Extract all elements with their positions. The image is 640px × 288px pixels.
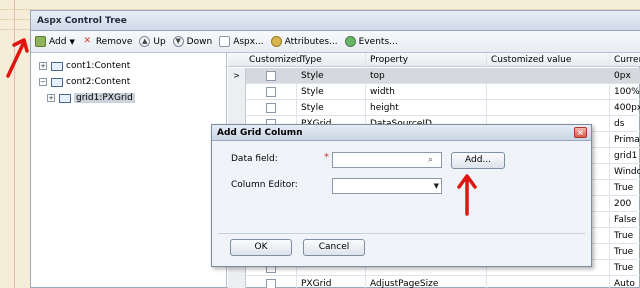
header-type[interactable]: Type <box>301 55 322 65</box>
cell-current: 200 <box>614 199 632 209</box>
tree-node-grid1[interactable]: + grid1:PXGrid <box>47 91 135 105</box>
cell-type: Style <box>301 103 324 113</box>
row-selector[interactable]: > <box>228 68 246 84</box>
remove-x-icon: ✕ <box>83 36 92 46</box>
content-icon <box>51 77 63 87</box>
dialog-title: Add Grid Column <box>212 125 591 141</box>
add-field-button[interactable]: Add... <box>451 152 505 169</box>
table-row[interactable]: Style height 400px <box>228 100 640 116</box>
up-button[interactable]: ▲ Up <box>139 36 166 47</box>
down-label: Down <box>186 36 213 47</box>
cell-current: True <box>614 183 634 193</box>
row-selector[interactable] <box>228 100 246 116</box>
customized-checkbox[interactable] <box>266 71 276 81</box>
page-icon <box>219 36 231 47</box>
add-grid-column-dialog: Add Grid Column × Data field: * ⌕ Add...… <box>211 124 592 267</box>
add-icon <box>35 36 46 47</box>
grid-header: Customized Type Property Customized valu… <box>228 53 640 67</box>
required-asterisk: * <box>324 152 329 163</box>
header-customized[interactable]: Customized <box>249 55 302 65</box>
tree-node-label-selected: grid1:PXGrid <box>74 93 135 103</box>
cell-property: height <box>370 103 399 113</box>
tree-node-label: cont1:Content <box>66 61 131 71</box>
remove-label: Remove <box>95 36 133 47</box>
ok-button[interactable]: OK <box>230 239 292 256</box>
customized-checkbox[interactable] <box>266 103 276 113</box>
expand-icon[interactable]: + <box>47 94 55 102</box>
remove-button[interactable]: ✕ Remove <box>82 36 133 47</box>
header-property[interactable]: Property <box>370 55 408 65</box>
up-chevron-icon: ▲ <box>139 36 151 47</box>
grid-icon <box>59 93 71 103</box>
tree-node-label: cont2:Content <box>66 77 131 87</box>
cell-current: 100% <box>614 87 640 97</box>
collapse-icon[interactable]: − <box>39 78 47 86</box>
add-label: Add <box>49 36 67 47</box>
close-icon[interactable]: × <box>574 127 587 138</box>
row-selector[interactable] <box>228 84 246 100</box>
cell-property: width <box>370 87 395 97</box>
search-icon[interactable]: ⌕ <box>428 155 438 165</box>
cell-current: Auto <box>614 279 635 288</box>
toolbar: Add ▼ ✕ Remove ▲ Up ▼ Down Aspx... Attri… <box>31 31 640 53</box>
table-row[interactable]: Style width 100% <box>228 84 640 100</box>
cell-type: Style <box>301 87 324 97</box>
column-editor-select[interactable]: ▼ <box>332 178 442 194</box>
header-current[interactable]: Curren <box>614 55 640 65</box>
table-row[interactable]: PXGrid AdjustPageSize Auto <box>228 276 640 288</box>
cell-current: False <box>614 215 637 225</box>
annotation-arrow-add-field <box>457 174 477 216</box>
add-button[interactable]: Add ▼ <box>35 36 75 47</box>
aspx-button[interactable]: Aspx... <box>219 36 264 47</box>
events-icon <box>344 36 356 47</box>
cell-current: ds <box>614 119 625 129</box>
customized-checkbox[interactable] <box>266 87 276 97</box>
column-editor-label: Column Editor: <box>231 180 298 190</box>
attributes-icon <box>270 36 282 47</box>
cancel-button[interactable]: Cancel <box>303 239 365 256</box>
cell-current: 400px <box>614 103 640 113</box>
events-label: Events... <box>358 36 398 47</box>
cell-type: PXGrid <box>301 279 332 288</box>
cell-property: top <box>370 71 385 81</box>
events-button[interactable]: Events... <box>344 36 398 47</box>
control-tree: + cont1:Content − cont2:Content + grid1:… <box>31 53 227 288</box>
content-icon <box>51 61 63 71</box>
annotation-arrow-add <box>6 38 29 78</box>
dialog-divider <box>218 233 585 234</box>
cell-type: Style <box>301 71 324 81</box>
cell-property: AdjustPageSize <box>370 279 439 288</box>
cell-current: True <box>614 231 634 241</box>
down-button[interactable]: ▼ Down <box>172 36 213 47</box>
attributes-label: Attributes... <box>284 36 338 47</box>
data-field-input[interactable] <box>332 152 442 168</box>
header-customized-value[interactable]: Customized value <box>491 55 571 65</box>
up-label: Up <box>153 36 166 47</box>
row-selector[interactable] <box>228 276 246 288</box>
dropdown-arrow-icon: ▼ <box>69 37 75 46</box>
table-row[interactable]: > Style top 0px <box>228 68 640 84</box>
tree-node-cont1[interactable]: + cont1:Content <box>39 59 130 73</box>
customized-checkbox[interactable] <box>266 279 276 288</box>
cell-current: grid1 <box>614 151 638 161</box>
down-chevron-icon: ▼ <box>172 36 184 47</box>
aspx-label: Aspx... <box>233 36 264 47</box>
cell-current: True <box>614 247 634 257</box>
cell-current: True <box>614 263 634 273</box>
cell-current: 0px <box>614 71 631 81</box>
chevron-down-icon: ▼ <box>433 182 439 190</box>
tree-node-cont2[interactable]: − cont2:Content <box>39 75 130 89</box>
panel-title: Aspx Control Tree <box>31 11 640 31</box>
cell-current: Primar <box>614 135 640 145</box>
expand-icon[interactable]: + <box>39 62 47 70</box>
data-field-label: Data field: <box>231 154 278 164</box>
attributes-button[interactable]: Attributes... <box>270 36 338 47</box>
cell-current: Windo <box>614 167 640 177</box>
